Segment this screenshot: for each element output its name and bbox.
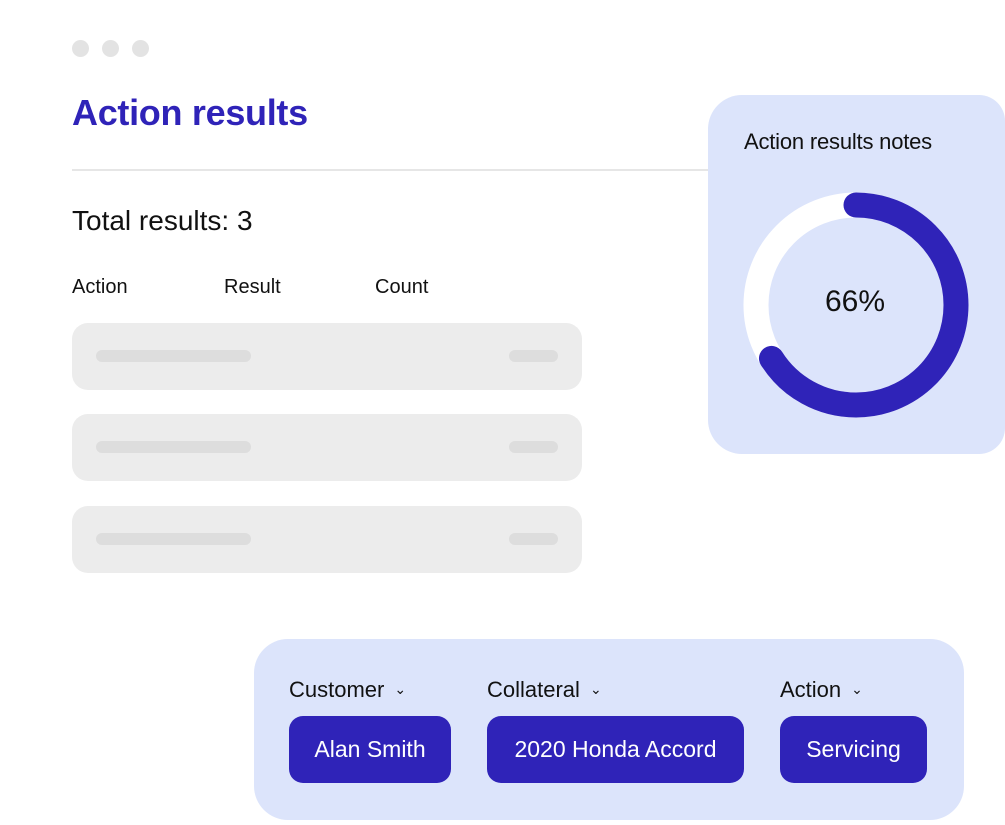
column-header-result: Result [224,276,281,298]
table-row[interactable] [72,323,582,390]
filter-dropdown-action[interactable]: Action ⌄ [780,677,863,703]
window-controls [72,40,149,57]
table-row[interactable] [72,414,582,481]
table-row[interactable] [72,506,582,573]
column-header-count: Count [375,276,429,298]
divider [72,169,732,171]
total-results: Total results: 3 [72,205,253,236]
filter-label-customer: Customer [289,677,385,702]
placeholder-value [509,441,558,453]
percent-label: 66% [824,285,886,318]
filter-label-collateral: Collateral [487,677,580,702]
filter-panel: Customer ⌄ Collateral ⌄ Action ⌄ Alan Smith… [254,639,964,820]
customer-value-button[interactable]: Alan Smith [289,716,451,783]
filter-dropdown-collateral[interactable]: Collateral ⌄ [487,677,602,703]
placeholder-text [96,533,251,545]
placeholder-text [96,441,251,453]
placeholder-value [509,533,558,545]
filter-dropdown-customer[interactable]: Customer ⌄ [289,677,406,703]
collateral-value-button[interactable]: 2020 Honda Accord [487,716,744,783]
notes-title: Action results notes [744,129,932,154]
filter-label-action: Action [780,677,842,702]
window-dot[interactable] [132,40,149,57]
chevron-down-icon: ⌄ [851,681,863,697]
page-title: Action results [72,92,308,133]
window-dot[interactable] [102,40,119,57]
chevron-down-icon: ⌄ [589,681,602,697]
window-dot[interactable] [72,40,89,57]
placeholder-text [96,350,251,362]
notes-card: Action results notes 66% [708,95,1005,454]
placeholder-value [509,350,558,362]
chevron-down-icon: ⌄ [394,681,407,697]
action-value-button[interactable]: Servicing [780,716,927,783]
column-header-action: Action [72,276,128,298]
